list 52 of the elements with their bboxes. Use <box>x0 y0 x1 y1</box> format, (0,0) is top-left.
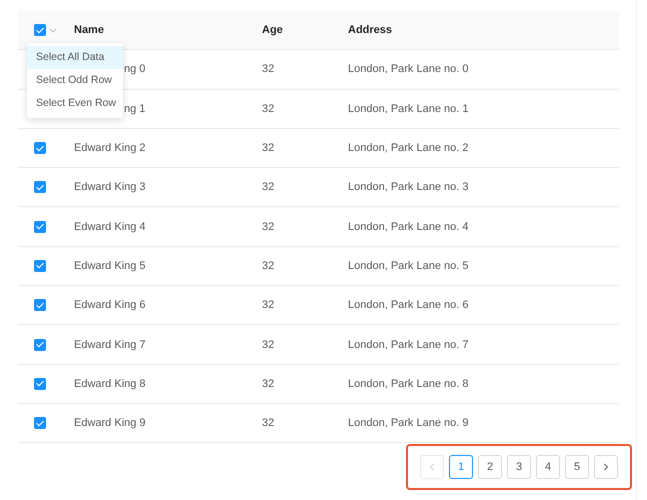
table-cell: 32 <box>262 378 274 390</box>
table-cell: Edward King 4 <box>74 220 146 233</box>
checkbox[interactable] <box>34 417 46 430</box>
table-cell: Edward King 5 <box>74 260 146 272</box>
table-cell: 32 <box>262 181 274 194</box>
menu-item[interactable]: Select Odd Row <box>27 69 123 92</box>
table-cell: Edward King 2 <box>74 142 146 154</box>
checkbox[interactable] <box>34 378 46 390</box>
chevron-left-icon <box>429 463 435 472</box>
table-cell: Edward King 8 <box>74 378 146 390</box>
checkbox[interactable] <box>34 299 46 312</box>
table-cell: London, Park Lane no. 1 <box>348 102 468 115</box>
menu-item[interactable]: Select Even Row <box>27 92 123 115</box>
table-cell: 32 <box>262 220 274 233</box>
column-header: Name <box>74 24 104 36</box>
table-cell: 32 <box>262 63 274 76</box>
table-cell: 32 <box>262 142 274 154</box>
table-cell: 32 <box>262 102 274 115</box>
column-header: Age <box>262 24 283 36</box>
table-cell: London, Park Lane no. 7 <box>348 338 468 351</box>
page-button[interactable]: 5 <box>565 455 589 480</box>
chevron-right-icon <box>603 463 609 472</box>
page-button[interactable]: 4 <box>536 455 560 480</box>
checkbox[interactable] <box>34 220 46 233</box>
menu-item[interactable]: Select All Data <box>27 46 123 69</box>
page-button[interactable]: 2 <box>478 455 502 480</box>
checkbox[interactable] <box>34 24 46 36</box>
table-cell: Edward King 7 <box>74 338 146 351</box>
table-cell: Edward King 3 <box>74 181 146 194</box>
table-cell: 32 <box>262 417 274 430</box>
table-cell: Edward King 9 <box>74 417 146 430</box>
checkbox[interactable] <box>34 181 46 194</box>
table-cell: London, Park Lane no. 0 <box>348 63 468 76</box>
table-cell: 32 <box>262 260 274 272</box>
caret-icon[interactable] <box>49 28 57 33</box>
table-cell: London, Park Lane no. 2 <box>348 142 468 154</box>
table-cell: London, Park Lane no. 4 <box>348 220 468 233</box>
table-cell: Edward King 6 <box>74 299 146 312</box>
checkbox[interactable] <box>34 142 46 154</box>
table-cell: London, Park Lane no. 8 <box>348 378 468 390</box>
checkbox[interactable] <box>34 338 46 351</box>
column-header: Address <box>348 24 392 36</box>
table-cell: London, Park Lane no. 6 <box>348 299 468 312</box>
page-button[interactable]: 3 <box>507 455 531 480</box>
table-cell: 32 <box>262 299 274 312</box>
table-cell: London, Park Lane no. 9 <box>348 417 468 430</box>
table-cell: ng 1 <box>124 102 146 115</box>
table-cell: ng 0 <box>124 63 146 76</box>
table-cell: London, Park Lane no. 3 <box>348 181 468 194</box>
checkbox[interactable] <box>34 260 46 272</box>
table-cell: London, Park Lane no. 5 <box>348 260 468 272</box>
table-cell: 32 <box>262 338 274 351</box>
